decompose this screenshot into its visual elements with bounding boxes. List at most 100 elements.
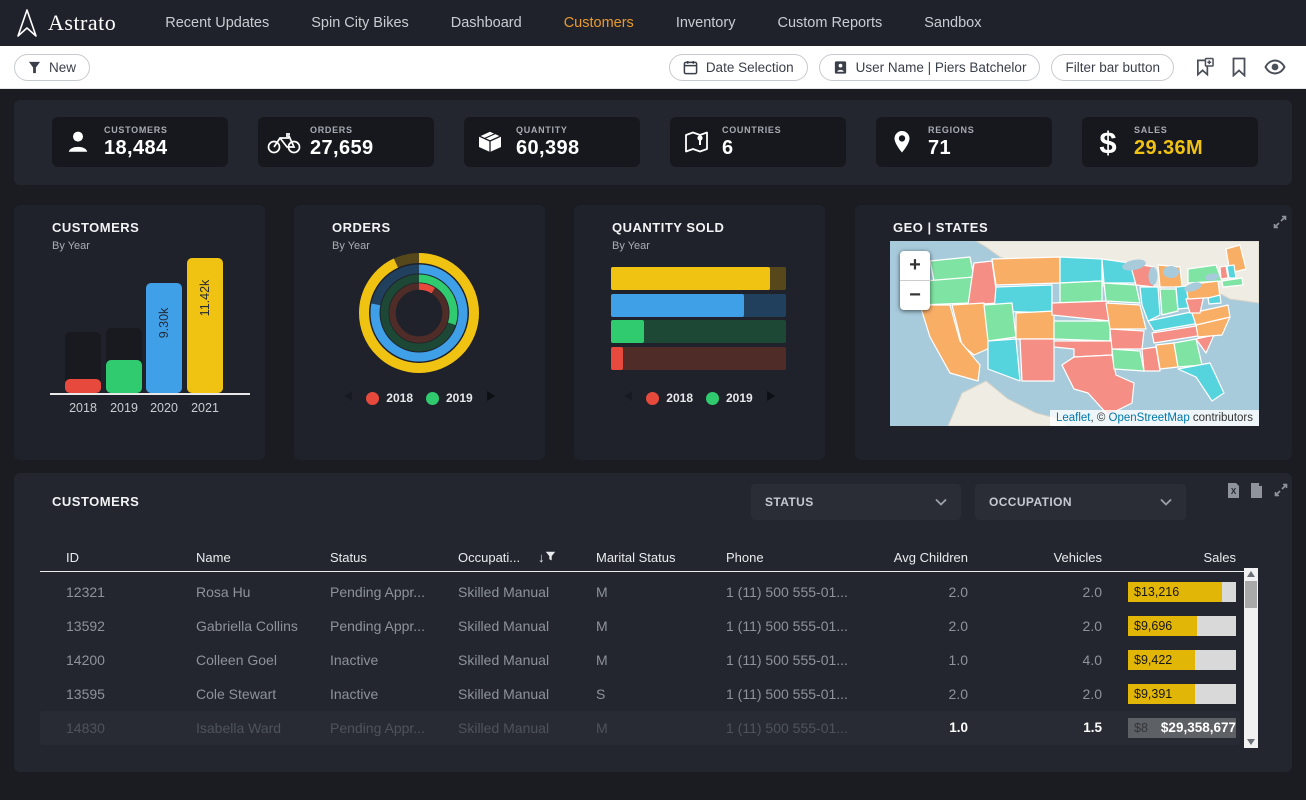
eye-icon[interactable] [1264, 59, 1286, 75]
legend-prev-arrow[interactable] [343, 389, 353, 407]
hbar-fill-2019[interactable] [611, 320, 644, 343]
scrollbar-thumb[interactable] [1245, 581, 1257, 608]
expand-icon[interactable] [1273, 482, 1289, 498]
bar-2019[interactable] [106, 360, 142, 393]
column-filter-icon[interactable] [545, 551, 556, 562]
state-shape[interactable] [1020, 339, 1054, 381]
x-axis-label: 2020 [146, 401, 182, 415]
cell-name: Colleen Goel [196, 643, 277, 677]
bar-2018[interactable] [65, 379, 101, 393]
state-shape[interactable] [1016, 311, 1054, 339]
cell-vehicles: 2.0 [952, 609, 1102, 643]
legend-item-2018[interactable]: 2018 [366, 391, 413, 405]
column-header-id: ID [66, 545, 79, 571]
state-shape[interactable] [1227, 265, 1236, 278]
state-shape[interactable] [1106, 303, 1146, 329]
nav-item-inventory[interactable]: Inventory [655, 15, 757, 31]
quantity-legend: 2018 2019 [574, 389, 825, 407]
dollar-icon: $ [1082, 127, 1134, 158]
kpi-card-customers[interactable]: CUSTOMERS18,484 [52, 117, 228, 167]
state-shape[interactable] [1060, 257, 1102, 283]
state-shape[interactable] [1054, 321, 1110, 341]
export-excel-icon[interactable]: X [1226, 482, 1241, 499]
zoom-in-button[interactable]: + [900, 251, 930, 280]
totals-ghost-marital: M [596, 711, 608, 745]
export-document-icon[interactable] [1249, 482, 1264, 499]
sales-bar-cell: $9,391 [1128, 684, 1236, 704]
kpi-label: ORDERS [310, 125, 374, 135]
kpi-card-countries[interactable]: COUNTRIES6 [670, 117, 846, 167]
filter-bar-label: Filter bar button [1065, 60, 1160, 75]
legend-item-2019[interactable]: 2019 [706, 391, 753, 405]
cell-id: 12321 [66, 575, 105, 609]
nav-item-dashboard[interactable]: Dashboard [430, 15, 543, 31]
table-row[interactable]: 13592Gabriella CollinsPending Appr...Ski… [14, 609, 1292, 643]
cell-id: 14200 [66, 643, 105, 677]
cell-id: 13592 [66, 609, 105, 643]
legend-next-arrow[interactable] [486, 389, 496, 407]
bicycle-icon [258, 130, 310, 154]
header-divider [40, 571, 1244, 572]
table-title: CUSTOMERS [52, 494, 139, 509]
status-filter-dropdown[interactable]: STATUS [751, 484, 961, 520]
leaflet-map[interactable]: + − Leaflet, © OpenStreetMap contributor… [890, 241, 1259, 426]
scroll-up-arrow[interactable] [1244, 568, 1258, 580]
orders-chart-panel: ORDERS By Year 20182019 [294, 205, 545, 460]
state-shape[interactable] [1110, 329, 1144, 349]
bookmark-add-icon[interactable] [1195, 57, 1214, 77]
nav-item-spin-city-bikes[interactable]: Spin City Bikes [290, 15, 430, 31]
hbar-fill-2020[interactable] [611, 294, 744, 317]
scroll-down-arrow[interactable] [1244, 736, 1258, 748]
kpi-card-orders[interactable]: ORDERS27,659 [258, 117, 434, 167]
svg-text:X: X [1231, 487, 1237, 496]
openstreetmap-link[interactable]: OpenStreetMap [1109, 412, 1190, 424]
app-logo[interactable]: Astrato [0, 8, 116, 38]
leaflet-link[interactable]: Leaflet [1056, 412, 1091, 424]
state-shape[interactable] [1160, 289, 1178, 315]
nav-item-sandbox[interactable]: Sandbox [903, 15, 1002, 31]
cell-occupation: Skilled Manual [458, 575, 549, 609]
state-shape[interactable] [992, 257, 1060, 285]
bookmark-icon[interactable] [1231, 57, 1247, 77]
legend-next-arrow[interactable] [766, 389, 776, 407]
table-row[interactable]: 14200Colleen GoelInactiveSkilled ManualM… [14, 643, 1292, 677]
state-shape[interactable] [1060, 281, 1102, 303]
kpi-value: 71 [928, 137, 974, 160]
date-selection-button[interactable]: Date Selection [669, 54, 808, 81]
legend-item-2018[interactable]: 2018 [646, 391, 693, 405]
donut-ring-2018[interactable] [393, 287, 446, 340]
new-filter-button[interactable]: New [14, 54, 90, 81]
expand-icon[interactable] [1272, 214, 1288, 230]
nav-item-custom-reports[interactable]: Custom Reports [756, 15, 903, 31]
user-badge-icon [833, 60, 848, 75]
filter-bar-button[interactable]: Filter bar button [1051, 54, 1174, 81]
table-scrollbar[interactable] [1244, 568, 1258, 748]
hbar-fill-2021[interactable] [611, 267, 770, 290]
filter-toolbar: New Date Selection User Name | Piers Bat… [0, 46, 1306, 89]
table-row[interactable]: 13595Cole StewartInactiveSkilled ManualS… [14, 677, 1292, 711]
zoom-out-button[interactable]: − [900, 280, 930, 310]
calendar-icon [683, 60, 698, 75]
kpi-card-quantity[interactable]: QUANTITY60,398 [464, 117, 640, 167]
state-shape[interactable] [984, 303, 1016, 341]
totals-ghost-name: Isabella Ward [196, 711, 281, 745]
kpi-card-sales[interactable]: $SALES29.36M [1082, 117, 1258, 167]
user-name-button[interactable]: User Name | Piers Batchelor [819, 54, 1041, 81]
kpi-value: 18,484 [104, 137, 168, 160]
sort-descending-icon[interactable]: ↓ [538, 545, 545, 571]
hbar-fill-2018[interactable] [611, 347, 623, 370]
nav-item-recent-updates[interactable]: Recent Updates [144, 15, 290, 31]
legend-item-2019[interactable]: 2019 [426, 391, 473, 405]
x-axis-line [50, 393, 250, 395]
nav-item-customers[interactable]: Customers [543, 15, 655, 31]
cell-status: Inactive [330, 643, 378, 677]
geo-panel-title: GEO | STATES [893, 220, 988, 235]
occupation-filter-dropdown[interactable]: OCCUPATION [975, 484, 1186, 520]
state-shape[interactable] [1112, 349, 1144, 371]
totals-ghost-occupation: Skilled Manual [458, 711, 549, 745]
kpi-card-regions[interactable]: REGIONS71 [876, 117, 1052, 167]
legend-prev-arrow[interactable] [623, 389, 633, 407]
new-filter-label: New [49, 60, 76, 75]
state-shape[interactable] [1104, 283, 1140, 303]
table-row[interactable]: 12321Rosa HuPending Appr...Skilled Manua… [14, 575, 1292, 609]
